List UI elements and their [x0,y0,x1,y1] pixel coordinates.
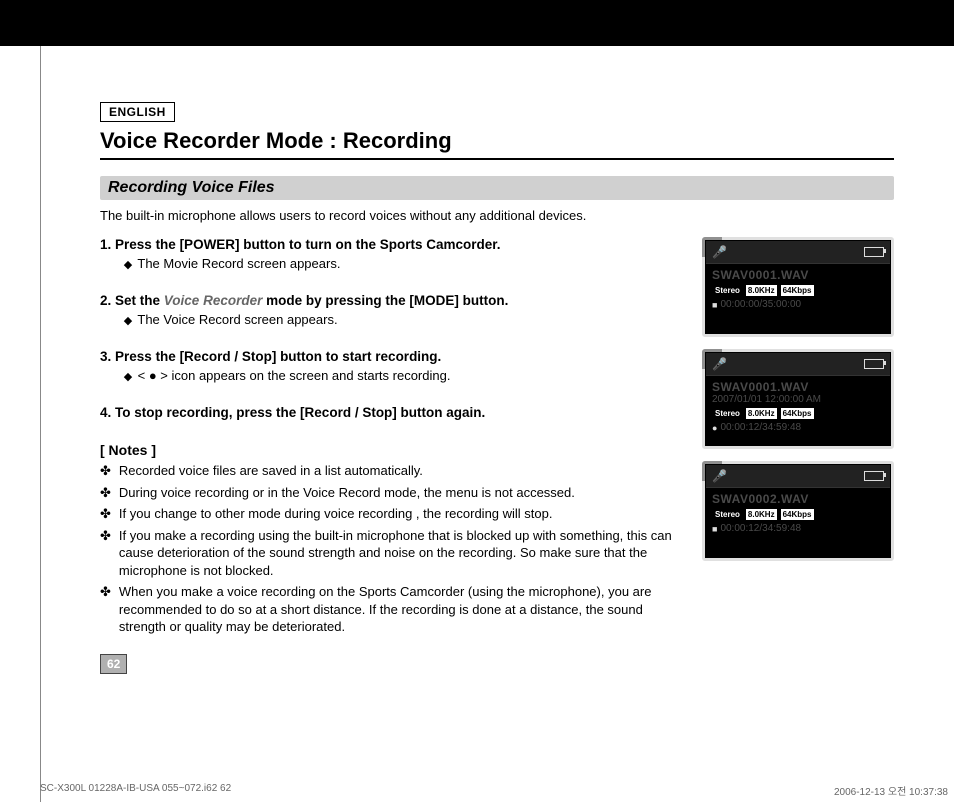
step-bullet: The Voice Record screen appears. [137,312,337,327]
stereo-badge: Stereo [712,407,743,420]
note-text: When you make a voice recording on the S… [119,583,682,636]
note-item: ✤ Recorded voice files are saved in a lis… [100,462,682,480]
file-name: SWAV0002.WAV [706,488,890,506]
page-title: Voice Recorder Mode : Recording [100,128,894,160]
page-number-badge: 62 [100,654,127,674]
step-text-after: mode by pressing the [MODE] button. [262,293,508,308]
figure-4: 4 🎤 SWAV0002.WAV Stereo 8.0KHz 64Kbps ■0… [702,461,894,561]
mic-icon: 🎤 [712,245,727,259]
step-3: 3. Press the [Record / Stop] button to s… [100,349,682,383]
section-heading: Recording Voice Files [100,176,894,200]
note-text: If you change to other mode during voice… [119,505,553,523]
audio-badges: Stereo 8.0KHz 64Kbps [706,506,890,523]
date-time: 2007/01/01 12:00:00 AM [706,394,890,405]
kbps-badge: 64Kbps [780,508,815,521]
stop-icon: ■ [712,300,717,310]
step-number: 2. [100,293,111,308]
diamond-bullet-icon: ◆ [122,370,134,383]
step-2: 2. Set the Voice Recorder mode by pressi… [100,293,682,327]
battery-icon [864,359,884,369]
step-text: Press the [POWER] button to turn on the … [115,237,501,252]
khz-badge: 8.0KHz [745,407,778,420]
page-footer: SC-X300L 01228A-IB-USA 055~072.i62 62 20… [40,783,954,798]
diamond-bullet-icon: ◆ [122,258,134,271]
audio-badges: Stereo 8.0KHz 64Kbps [706,282,890,299]
page-content: ENGLISH Voice Recorder Mode : Recording … [100,102,894,802]
lcd-screen: 🎤 SWAV0001.WAV Stereo 8.0KHz 64Kbps ■00:… [705,240,891,334]
audio-badges: Stereo 8.0KHz 64Kbps [706,405,890,422]
note-text: Recorded voice files are saved in a list… [119,462,423,480]
step-text: Press the [Record / Stop] button to star… [115,349,441,364]
step-text: Set the [115,293,164,308]
khz-badge: 8.0KHz [745,284,778,297]
note-text: If you make a recording using the built-… [119,527,682,580]
mic-icon: 🎤 [712,357,727,371]
manual-page: ENGLISH Voice Recorder Mode : Recording … [0,46,954,802]
file-name: SWAV0001.WAV [706,376,890,394]
step-1: 1. Press the [POWER] button to turn on t… [100,237,682,271]
cross-bullet-icon: ✤ [100,527,111,580]
cross-bullet-icon: ✤ [100,505,111,523]
instructions-column: 1. Press the [POWER] button to turn on t… [100,237,682,674]
step-number: 1. [100,237,111,252]
footer-left: SC-X300L 01228A-IB-USA 055~072.i62 62 [40,783,231,798]
figure-2: 2 🎤 SWAV0001.WAV Stereo 8.0KHz 64Kbps ■0… [702,237,894,337]
khz-badge: 8.0KHz [745,508,778,521]
step-4: 4. To stop recording, press the [Record … [100,405,682,420]
step-number: 4. [100,405,111,420]
stop-icon: ■ [712,524,717,534]
footer-right: 2006-12-13 오전 10:37:38 [834,783,948,798]
stereo-badge: Stereo [712,284,743,297]
lcd-screen: 🎤 SWAV0002.WAV Stereo 8.0KHz 64Kbps ■00:… [705,464,891,558]
figure-3: 3 🎤 SWAV0001.WAV 2007/01/01 12:00:00 AM … [702,349,894,449]
timecode: 00:00:12/34:59:48 [720,422,801,433]
kbps-badge: 64Kbps [780,284,815,297]
figures-column: 2 🎤 SWAV0001.WAV Stereo 8.0KHz 64Kbps ■0… [702,237,894,561]
file-name: SWAV0001.WAV [706,264,890,282]
notes-heading: [ Notes ] [100,442,682,458]
kbps-badge: 64Kbps [780,407,815,420]
battery-icon [864,471,884,481]
step-bullet: The Movie Record screen appears. [137,256,340,271]
cross-bullet-icon: ✤ [100,484,111,502]
diamond-bullet-icon: ◆ [122,314,134,327]
step-number: 3. [100,349,111,364]
note-item: ✤ During voice recording or in the Voice … [100,484,682,502]
timecode: 00:00:12/34:59:48 [720,523,801,534]
cross-bullet-icon: ✤ [100,462,111,480]
step-bullet: < ● > icon appears on the screen and sta… [138,368,451,383]
step-em: Voice Recorder [164,293,263,308]
note-item: ✤ If you change to other mode during voic… [100,505,682,523]
stereo-badge: Stereo [712,508,743,521]
language-tag: ENGLISH [100,102,175,122]
note-text: During voice recording or in the Voice R… [119,484,575,502]
mic-icon: 🎤 [712,469,727,483]
note-item: ✤If you make a recording using the built… [100,527,682,580]
battery-icon [864,247,884,257]
timecode: 00:00:00/35:00:00 [720,299,801,310]
intro-text: The built-in microphone allows users to … [100,208,894,223]
record-icon: ● [712,423,717,433]
cross-bullet-icon: ✤ [100,583,111,636]
crop-margin-left [0,46,41,802]
step-text: To stop recording, press the [Record / S… [115,405,485,420]
lcd-screen: 🎤 SWAV0001.WAV 2007/01/01 12:00:00 AM St… [705,352,891,446]
note-item: ✤When you make a voice recording on the … [100,583,682,636]
